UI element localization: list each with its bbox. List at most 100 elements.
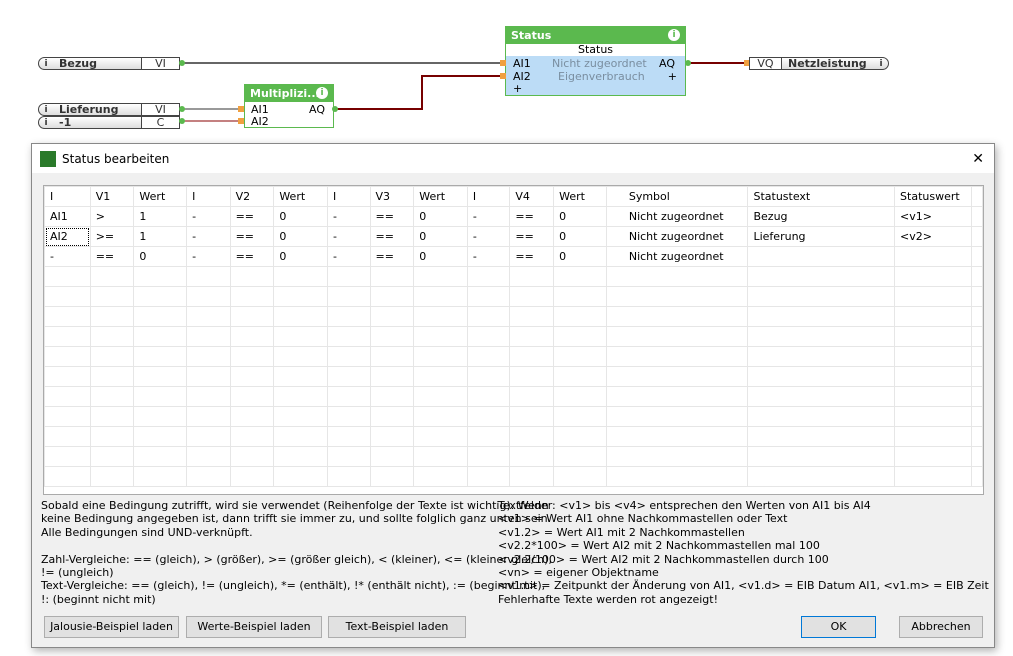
table-cell[interactable] [89, 306, 135, 327]
table-cell[interactable]: Wert [273, 186, 329, 207]
table-cell[interactable] [747, 346, 896, 367]
table-cell[interactable]: == [229, 246, 275, 267]
table-cell[interactable]: - [466, 226, 511, 247]
table-cell[interactable] [186, 406, 231, 427]
info-icon[interactable]: i [874, 59, 888, 69]
add-output-button[interactable]: + [668, 70, 677, 83]
table-cell[interactable] [327, 286, 371, 307]
table-cell[interactable] [894, 306, 972, 327]
info-icon[interactable]: i [39, 59, 53, 69]
table-cell[interactable] [229, 466, 275, 487]
table-header-row[interactable]: I V1 Wert I V2 Wert I V3 Wert I V4 Wert Symbol Status… [44, 186, 983, 207]
table-cell[interactable] [186, 366, 231, 387]
cancel-button[interactable]: Abbrechen [899, 616, 983, 638]
table-cell[interactable] [133, 386, 188, 407]
table-cell[interactable] [44, 346, 91, 367]
table-cell[interactable] [133, 346, 188, 367]
table-cell[interactable] [133, 306, 188, 327]
table-cell[interactable]: - [186, 226, 231, 247]
table-cell[interactable] [89, 326, 135, 347]
load-text-example-button[interactable]: Text-Beispiel laden [328, 616, 466, 638]
table-cell[interactable] [605, 386, 749, 407]
status-block[interactable]: Status i Status AI1 AI2 Nicht zugeordnet … [505, 26, 686, 96]
table-cell[interactable] [747, 446, 896, 467]
table-cell[interactable] [747, 266, 896, 287]
table-cell[interactable] [509, 266, 555, 287]
info-icon[interactable]: i [39, 105, 53, 115]
table-cell[interactable] [186, 466, 231, 487]
table-cell[interactable] [553, 326, 607, 347]
table-cell[interactable] [413, 466, 468, 487]
table-cell[interactable] [229, 326, 275, 347]
table-row-empty[interactable] [44, 326, 983, 347]
table-row-empty[interactable] [44, 386, 983, 407]
table-cell[interactable] [413, 326, 468, 347]
table-cell[interactable] [133, 366, 188, 387]
table-cell[interactable] [894, 426, 972, 447]
table-cell[interactable] [273, 446, 329, 467]
table-row-empty[interactable] [44, 466, 983, 487]
table-cell[interactable]: AI1 [44, 206, 91, 227]
table-cell[interactable]: Wert [133, 186, 188, 207]
table-row-empty[interactable] [44, 306, 983, 327]
table-cell[interactable]: >= [89, 226, 135, 247]
ok-button[interactable]: OK [801, 616, 876, 638]
table-cell[interactable] [327, 266, 371, 287]
table-cell[interactable] [894, 266, 972, 287]
table-cell[interactable] [44, 286, 91, 307]
table-cell[interactable] [133, 446, 188, 467]
table-cell[interactable] [186, 346, 231, 367]
table-row-empty[interactable] [44, 426, 983, 447]
table-row-empty[interactable] [44, 286, 983, 307]
table-cell[interactable]: Symbol [605, 186, 749, 207]
table-cell[interactable] [273, 346, 329, 367]
output-pin[interactable] [179, 118, 185, 124]
table-cell[interactable] [369, 266, 415, 287]
table-cell[interactable]: 1 [133, 206, 188, 227]
table-cell[interactable]: == [89, 246, 135, 267]
table-cell[interactable] [970, 286, 983, 307]
table-cell[interactable] [44, 466, 91, 487]
table-cell[interactable] [133, 406, 188, 427]
table-cell[interactable] [89, 446, 135, 467]
table-cell[interactable] [747, 286, 896, 307]
table-cell[interactable] [89, 386, 135, 407]
table-cell[interactable]: - [44, 246, 91, 267]
table-cell[interactable] [605, 306, 749, 327]
table-cell[interactable] [273, 306, 329, 327]
table-cell[interactable] [186, 426, 231, 447]
table-cell[interactable]: - [466, 206, 511, 227]
table-cell[interactable] [747, 386, 896, 407]
input-pin[interactable] [238, 118, 244, 124]
table-cell[interactable]: I [186, 186, 231, 207]
table-cell[interactable]: == [509, 246, 555, 267]
table-cell[interactable] [894, 466, 972, 487]
table-cell[interactable] [747, 426, 896, 447]
table-cell[interactable] [553, 386, 607, 407]
table-cell[interactable] [894, 326, 972, 347]
table-cell[interactable]: <v2> [894, 226, 972, 247]
close-icon[interactable]: ✕ [972, 151, 984, 167]
input-lieferung[interactable]: i Lieferung VI [38, 103, 180, 116]
table-cell[interactable]: 0 [553, 226, 607, 247]
table-cell[interactable] [133, 286, 188, 307]
table-cell[interactable] [553, 266, 607, 287]
table-cell[interactable] [970, 186, 983, 207]
table-row[interactable]: AI2 >= 1- == 0- == 0- == 0 Nicht zugeordnet Liefer… [44, 226, 983, 247]
table-cell[interactable] [229, 306, 275, 327]
table-cell[interactable] [413, 406, 468, 427]
table-cell[interactable]: <v1> [894, 206, 972, 227]
table-cell[interactable] [970, 366, 983, 387]
table-cell[interactable] [327, 306, 371, 327]
table-cell[interactable] [509, 466, 555, 487]
table-cell[interactable] [327, 446, 371, 467]
table-cell[interactable] [747, 326, 896, 347]
table-cell[interactable] [413, 306, 468, 327]
table-cell[interactable] [466, 366, 511, 387]
table-cell[interactable] [229, 426, 275, 447]
table-cell[interactable] [970, 346, 983, 367]
input-constant[interactable]: i -1 C [38, 116, 180, 129]
table-cell[interactable] [747, 306, 896, 327]
table-cell[interactable] [605, 326, 749, 347]
table-row-empty[interactable] [44, 266, 983, 287]
